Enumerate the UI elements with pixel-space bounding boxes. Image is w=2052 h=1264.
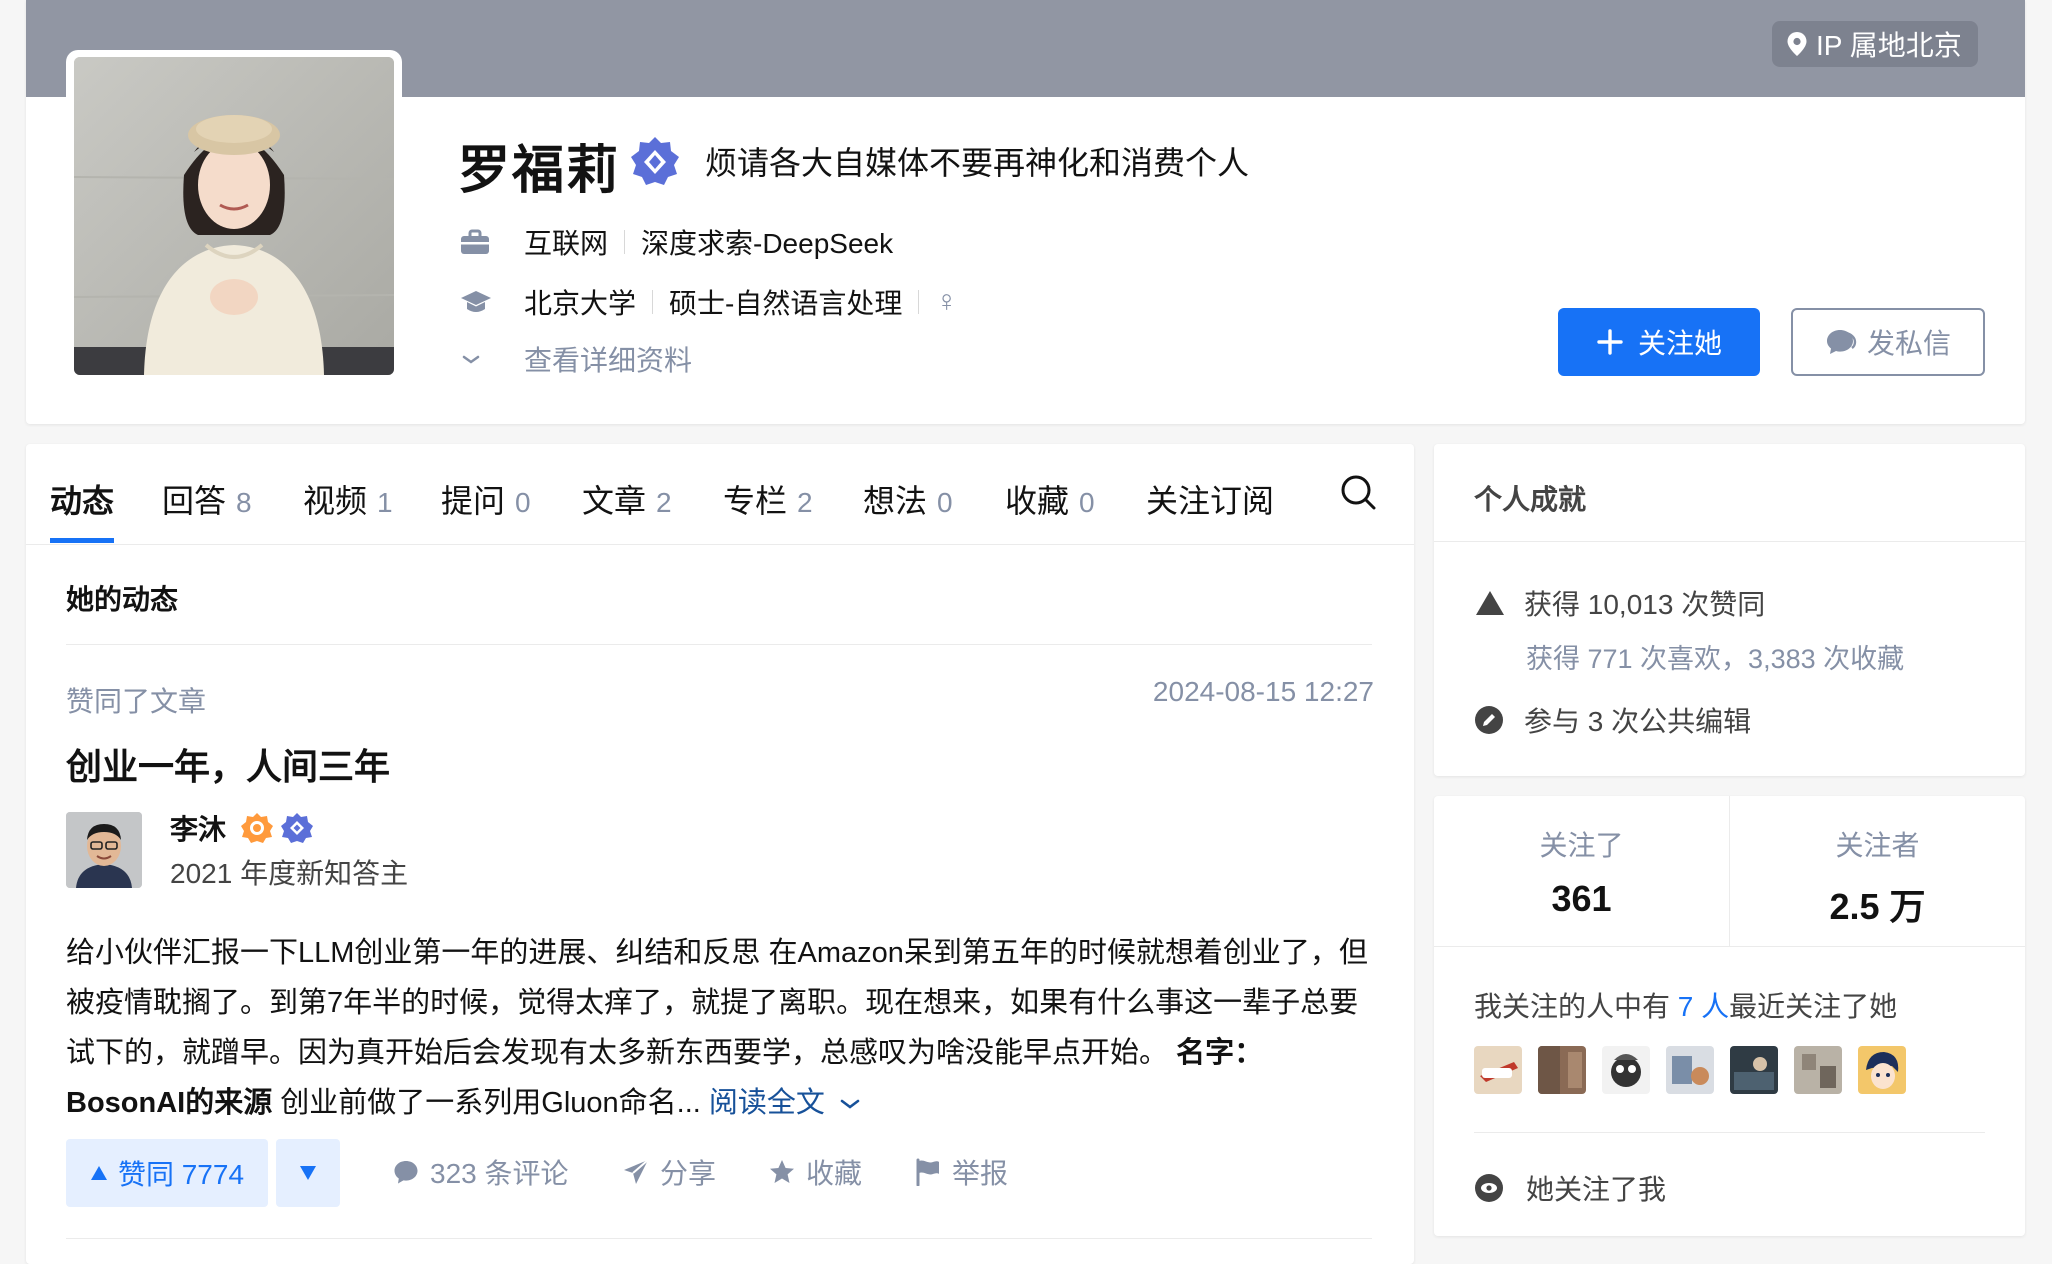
- briefcase-icon: [460, 229, 500, 255]
- ip-location-badge: IP 属地北京: [1772, 21, 1978, 67]
- pencil-icon: [1474, 705, 1508, 735]
- company-text: 深度求索-DeepSeek: [641, 228, 894, 259]
- star-icon: [770, 1160, 794, 1183]
- follow-button[interactable]: 关注她: [1558, 308, 1760, 376]
- tab-collections[interactable]: 收藏 0: [1005, 476, 1095, 522]
- chevron-down-icon: [460, 352, 500, 366]
- eye-icon: [1475, 1174, 1503, 1202]
- active-tab-indicator: [50, 538, 114, 543]
- achievement-likes-collects: 获得 771 次喜欢，3,383 次收藏: [1526, 644, 1905, 674]
- mutual-avatar[interactable]: [1602, 1046, 1650, 1094]
- tab-activity[interactable]: 动态: [50, 476, 114, 522]
- divider: [66, 644, 1372, 645]
- message-button-label: 发私信: [1866, 328, 1951, 359]
- tab-columns[interactable]: 专栏 2: [723, 476, 813, 522]
- tab-questions[interactable]: 提问 0: [441, 476, 531, 522]
- upvote-button[interactable]: 赞同 7774: [66, 1139, 268, 1207]
- chevron-down-icon: [840, 1100, 860, 1109]
- author-badges: [240, 811, 314, 845]
- follows-me-indicator: 她关注了我: [1474, 1168, 1666, 1208]
- mutual-followers-text[interactable]: 我关注的人中有 7 人最近关注了她: [1474, 985, 1897, 1025]
- verified-badge-icon[interactable]: [628, 135, 682, 194]
- mutual-avatar[interactable]: [1666, 1046, 1714, 1094]
- graduation-cap-icon: [460, 289, 500, 315]
- author-avatar[interactable]: [66, 812, 142, 888]
- flag-icon: [916, 1158, 939, 1186]
- mutual-avatar[interactable]: [1858, 1046, 1906, 1094]
- avatar[interactable]: [74, 57, 394, 375]
- downvote-button[interactable]: [276, 1139, 340, 1207]
- tab-subscriptions[interactable]: 关注订阅: [1146, 476, 1274, 522]
- comments-button[interactable]: 323 条评论: [392, 1152, 569, 1192]
- ip-location-text: IP 属地北京: [1816, 30, 1962, 61]
- chat-bubble-icon: [1826, 330, 1857, 354]
- mutual-avatar[interactable]: [1474, 1046, 1522, 1094]
- industry-text: 互联网: [524, 228, 609, 259]
- info-row-career: 互联网 深度求索-DeepSeek: [460, 222, 893, 262]
- divider: [1474, 1132, 1985, 1133]
- mutual-avatar[interactable]: [1538, 1046, 1586, 1094]
- search-icon[interactable]: [1338, 472, 1378, 517]
- share-icon: [624, 1159, 649, 1184]
- read-more-link[interactable]: 阅读全文: [709, 1087, 861, 1119]
- triangle-up-icon: [90, 1166, 107, 1180]
- upvote-label: 赞同 7774: [117, 1159, 245, 1190]
- avatar-photo: [74, 57, 394, 375]
- verified-badge-icon[interactable]: [280, 811, 314, 845]
- view-details-link[interactable]: 查看详细资料: [460, 339, 692, 379]
- mutual-followers-avatars: [1474, 1046, 1906, 1094]
- divider: [652, 290, 654, 314]
- feed-action-type: 赞同了文章: [66, 686, 207, 717]
- location-pin-icon: [1787, 32, 1807, 56]
- tab-answers[interactable]: 回答 8: [162, 476, 252, 522]
- school-text: 北京大学: [524, 288, 637, 319]
- achievements-title: 个人成就: [1474, 484, 1587, 515]
- mutual-avatar[interactable]: [1730, 1046, 1778, 1094]
- feed-timestamp: 2024-08-15 12:27: [1152, 676, 1374, 707]
- comment-icon: [394, 1161, 418, 1184]
- tab-thoughts[interactable]: 想法 0: [863, 476, 953, 522]
- view-details-text: 查看详细资料: [524, 345, 693, 376]
- article-excerpt[interactable]: 给小伙伴汇报一下LLM创业第一年的进展、纠结和反思 在Amazon呆到第五年的时…: [66, 928, 1376, 1128]
- achievement-edits: 参与 3 次公共编辑: [1474, 700, 1751, 740]
- excellent-answerer-badge-icon[interactable]: [240, 811, 274, 845]
- mutual-avatar[interactable]: [1794, 1046, 1842, 1094]
- divider: [918, 290, 920, 314]
- follow-button-label: 关注她: [1637, 328, 1722, 359]
- collect-button[interactable]: 收藏: [768, 1152, 862, 1192]
- following-stat[interactable]: 关注了 361: [1434, 824, 1729, 920]
- divider: [1434, 946, 2025, 947]
- triangle-down-icon: [300, 1166, 316, 1180]
- major-text: 硕士-自然语言处理: [669, 288, 903, 319]
- upvote-icon: [1474, 589, 1508, 617]
- profile-headline: 烦请各大自媒体不要再神化和消费个人: [705, 145, 1250, 181]
- article-title[interactable]: 创业一年，人间三年: [66, 738, 390, 790]
- female-icon: ♀: [935, 285, 958, 318]
- divider: [1434, 541, 2025, 542]
- profile-tabs: 动态 回答 8 视频 1 提问 0 文章 2 专栏 2 想法 0 收藏 0 关注订阅: [26, 444, 1414, 545]
- share-button[interactable]: 分享: [622, 1152, 716, 1192]
- achievement-upvotes: 获得 10,013 次赞同: [1474, 583, 1765, 623]
- tab-articles[interactable]: 文章 2: [582, 476, 672, 522]
- followers-stat[interactable]: 关注者 2.5 万: [1730, 824, 2025, 930]
- author-name[interactable]: 李沐: [170, 808, 226, 848]
- divider: [624, 230, 626, 254]
- report-button[interactable]: 举报: [914, 1152, 1008, 1192]
- profile-name: 罗福莉: [458, 142, 621, 200]
- feed-section-title: 她的动态: [66, 584, 179, 615]
- plus-icon: [1597, 329, 1623, 355]
- tab-videos[interactable]: 视频 1: [303, 476, 393, 522]
- info-row-education: 北京大学 硕士-自然语言处理 ♀: [460, 282, 958, 322]
- author-bio: 2021 年度新知答主: [170, 858, 409, 889]
- divider: [66, 1238, 1372, 1239]
- message-button[interactable]: 发私信: [1791, 308, 1985, 376]
